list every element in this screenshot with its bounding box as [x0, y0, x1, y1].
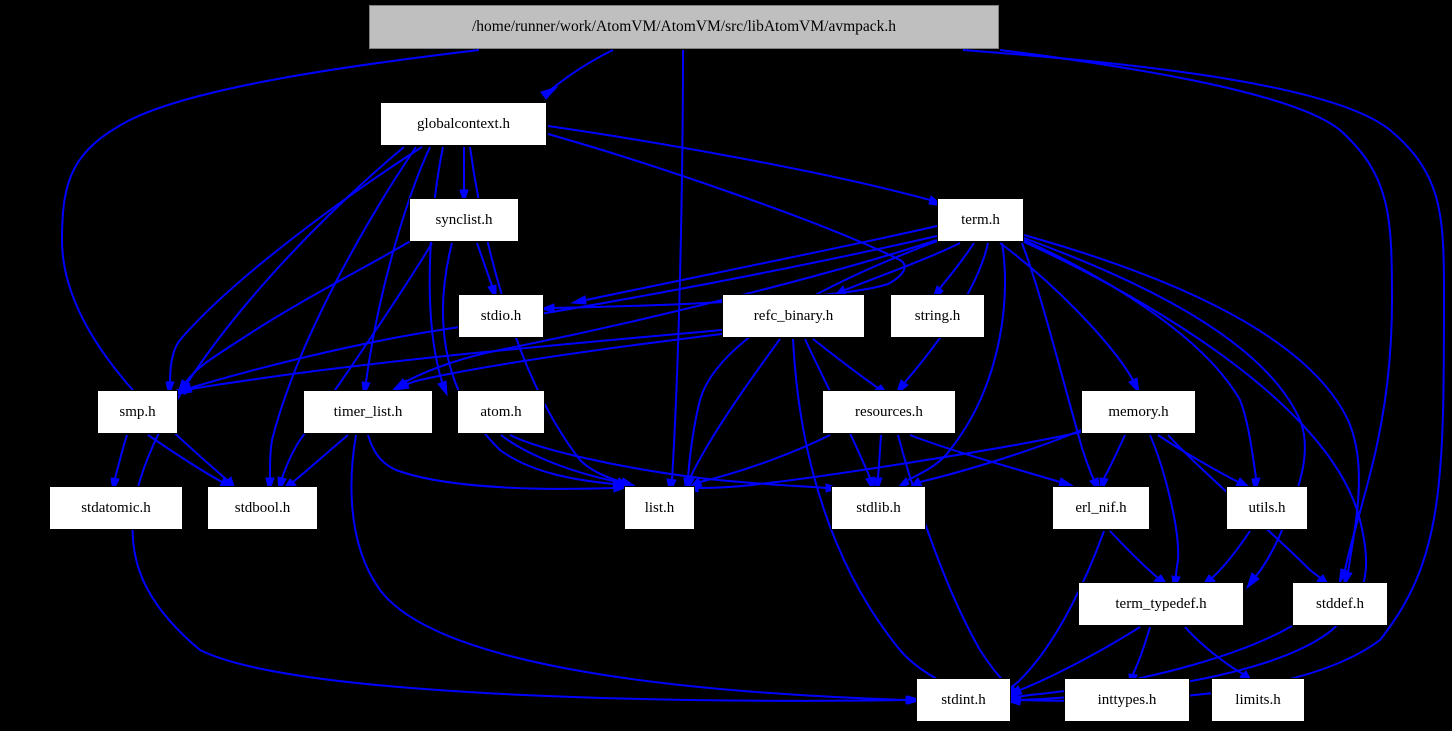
edge-resources-to-erl_nif [909, 434, 1075, 487]
include-dependency-graph: /home/runner/work/AtomVM/AtomVM/src/libA… [0, 0, 1452, 731]
edge-term-to-utils [1023, 239, 1261, 494]
edge-resources-to-stdint [897, 434, 1021, 701]
edge-refc_binary-to-smp [170, 329, 723, 395]
node-label-limits: limits.h [1235, 691, 1281, 708]
node-string[interactable]: string.h [890, 294, 985, 338]
node-globalcontext[interactable]: globalcontext.h [380, 102, 547, 146]
edge-synclist-to-list [441, 242, 629, 489]
node-stdatomic[interactable]: stdatomic.h [49, 486, 183, 530]
node-list[interactable]: list.h [624, 486, 695, 530]
edge-synclist-to-stdio [476, 242, 497, 301]
node-refc_binary[interactable]: refc_binary.h [722, 294, 865, 338]
edge-utils-to-term_typedef [1199, 530, 1251, 590]
edge-term-to-stdlib [895, 242, 1006, 491]
node-inttypes[interactable]: inttypes.h [1064, 678, 1190, 722]
edge-globalcontext-to-timer_list [361, 146, 431, 397]
edge-refc_binary-to-timer_list [393, 333, 723, 391]
node-synclist[interactable]: synclist.h [409, 198, 519, 242]
edge-atom-to-list [500, 434, 632, 488]
edge-term-to-refc_binary [831, 242, 961, 299]
node-label-stddef: stddef.h [1316, 595, 1364, 612]
edge-refc_binary-to-list [685, 338, 781, 494]
edge-globalcontext-to-stdbool [265, 146, 417, 494]
node-label-term: term.h [961, 211, 1000, 228]
node-term[interactable]: term.h [937, 198, 1024, 242]
node-label-term_typedef: term_typedef.h [1115, 595, 1207, 612]
node-timer_list[interactable]: timer_list.h [303, 390, 433, 434]
node-label-avmpack: /home/runner/work/AtomVM/AtomVM/src/libA… [471, 18, 897, 36]
node-label-erl_nif: erl_nif.h [1075, 499, 1127, 516]
edge-memory-to-list [683, 431, 1082, 493]
node-label-refc_binary: refc_binary.h [753, 307, 834, 324]
edge-timer_list-to-stdint [350, 434, 921, 705]
node-label-timer_list: timer_list.h [333, 403, 403, 420]
edge-smp-to-stdatomic [110, 434, 128, 494]
node-resources[interactable]: resources.h [822, 390, 956, 434]
edge-erl_nif-to-term_typedef [1109, 530, 1171, 590]
edge-globalcontext-to-atom [428, 146, 448, 397]
edge-globalcontext-to-stdio [539, 133, 906, 313]
node-memory[interactable]: memory.h [1081, 390, 1196, 434]
edge-term-to-stdint [1005, 241, 1368, 706]
edge-avmpack-to-globalcontext [540, 49, 614, 100]
node-label-utils: utils.h [1248, 499, 1286, 516]
edge-synclist-to-stdbool [277, 242, 433, 494]
node-label-stdio: stdio.h [480, 307, 522, 324]
edge-synclist-to-smp [177, 239, 413, 396]
node-stdbool[interactable]: stdbool.h [207, 486, 318, 530]
edge-atom-to-stdlib [509, 434, 841, 493]
node-erl_nif[interactable]: erl_nif.h [1052, 486, 1150, 530]
edge-avmpack-to-list [666, 49, 684, 495]
node-stddef[interactable]: stddef.h [1292, 582, 1388, 626]
edge-smp-to-stdbool [147, 434, 237, 489]
edge-memory-to-utils [1157, 434, 1252, 489]
node-term_typedef[interactable]: term_typedef.h [1078, 582, 1244, 626]
edge-term-to-list [683, 239, 941, 494]
edge-resources-to-stdlib [873, 434, 883, 494]
node-label-string: string.h [914, 307, 961, 324]
node-label-stdint: stdint.h [941, 691, 986, 708]
node-label-list: list.h [644, 499, 675, 516]
node-label-stdlib: stdlib.h [856, 499, 901, 516]
node-label-inttypes: inttypes.h [1097, 691, 1157, 708]
node-stdint[interactable]: stdint.h [916, 678, 1011, 722]
edge-term-to-memory [999, 242, 1140, 395]
node-limits[interactable]: limits.h [1211, 678, 1305, 722]
edge-globalcontext-to-synclist [459, 147, 469, 205]
node-label-resources: resources.h [855, 403, 923, 420]
node-avmpack: /home/runner/work/AtomVM/AtomVM/src/libA… [369, 5, 999, 49]
edge-globalcontext-to-smp [165, 146, 423, 397]
node-label-atom: atom.h [480, 403, 522, 420]
node-label-synclist: synclist.h [435, 211, 493, 228]
edge-term-to-stdio [570, 225, 938, 305]
edge-memory-to-erl_nif [1099, 434, 1126, 494]
node-stdlib[interactable]: stdlib.h [831, 486, 926, 530]
node-label-memory: memory.h [1108, 403, 1169, 420]
edge-globalcontext-to-term [547, 125, 945, 207]
node-label-globalcontext: globalcontext.h [417, 115, 510, 132]
node-label-smp: smp.h [119, 403, 156, 420]
edge-resources-to-list [686, 434, 831, 491]
node-label-stdatomic: stdatomic.h [81, 499, 151, 516]
edge-memory-to-term_typedef [1149, 434, 1181, 592]
edge-refc_binary-to-resources [812, 338, 891, 399]
edge-timer_list-to-list [367, 434, 629, 493]
node-smp[interactable]: smp.h [97, 390, 178, 434]
node-utils[interactable]: utils.h [1226, 486, 1308, 530]
edge-term_typedef-to-limits [1184, 626, 1255, 686]
node-label-stdbool: stdbool.h [234, 499, 291, 516]
node-stdio[interactable]: stdio.h [458, 294, 544, 338]
edge-memory-to-stdlib [906, 429, 1082, 491]
edge-timer_list-to-stdbool [280, 434, 349, 494]
node-atom[interactable]: atom.h [457, 390, 545, 434]
edge-term-to-erl_nif [1021, 242, 1101, 495]
